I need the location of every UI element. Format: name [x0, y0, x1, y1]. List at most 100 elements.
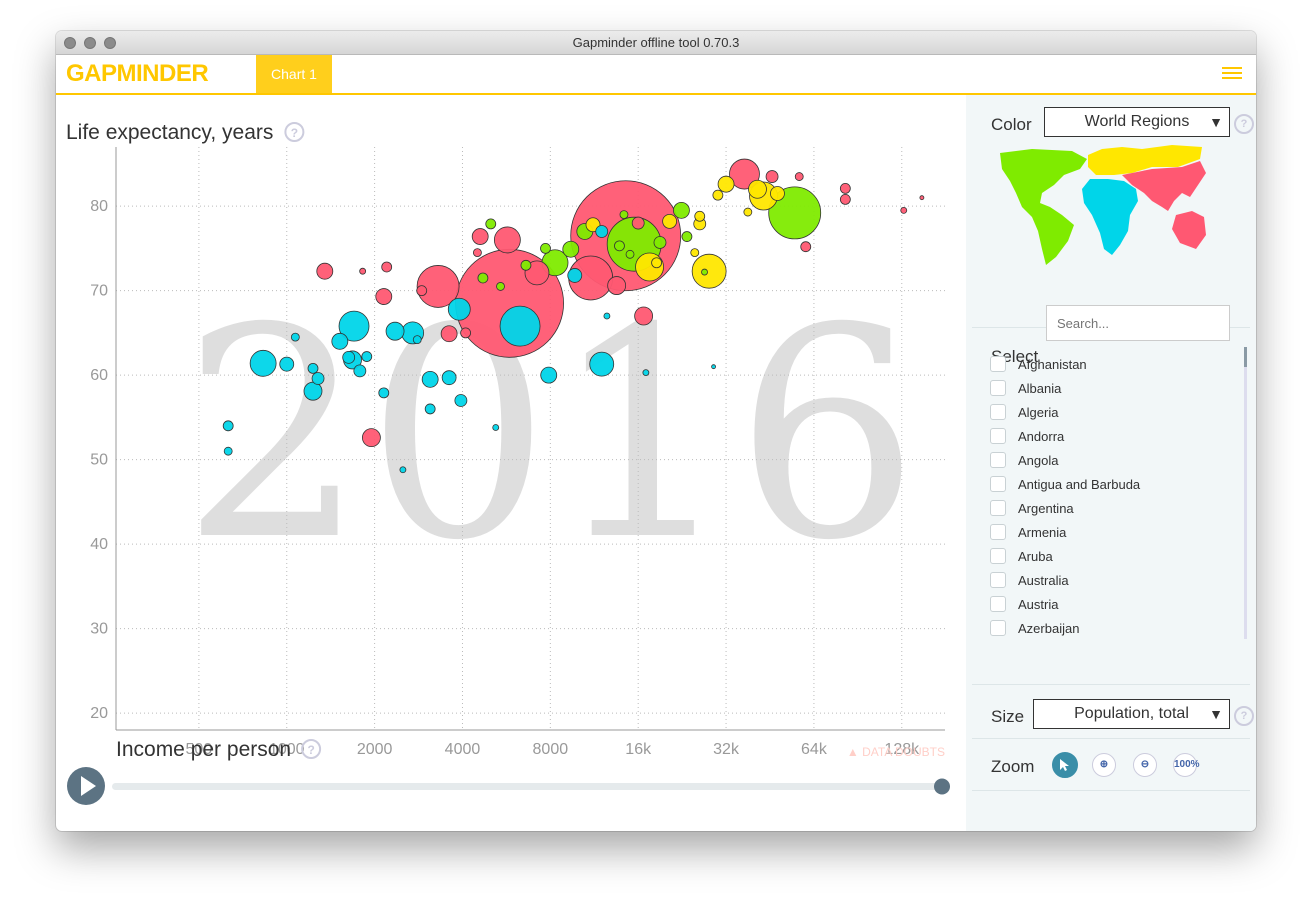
minimize-window-button[interactable] — [84, 37, 96, 49]
bubble-africa[interactable] — [603, 312, 611, 320]
data-doubts-link[interactable]: ▲ DATA DOUBTS — [847, 745, 945, 759]
country-list-item[interactable]: Andorra — [990, 425, 1240, 449]
bubble-asia[interactable] — [919, 195, 925, 201]
pointer-mode-button[interactable] — [1052, 752, 1078, 778]
country-list-item[interactable]: Albania — [990, 377, 1240, 401]
bubble-asia[interactable] — [471, 228, 489, 245]
bubble-americas[interactable] — [485, 218, 497, 230]
size-dropdown[interactable]: Population, total ▼ — [1033, 699, 1230, 729]
world-regions-map[interactable] — [992, 145, 1232, 265]
bubble-americas[interactable] — [496, 282, 505, 291]
bubble-africa[interactable] — [441, 370, 457, 386]
bubble-americas[interactable] — [653, 236, 667, 249]
country-checkbox[interactable] — [990, 596, 1006, 612]
bubble-asia[interactable] — [440, 325, 458, 343]
help-icon[interactable]: ? — [1234, 706, 1254, 726]
country-checkbox[interactable] — [990, 356, 1006, 372]
bubble-africa[interactable] — [249, 349, 277, 377]
bubble-asia[interactable] — [839, 183, 851, 194]
country-checkbox[interactable] — [990, 620, 1006, 636]
bubble-asia[interactable] — [316, 262, 334, 280]
country-list-scrollbar[interactable] — [1244, 347, 1247, 639]
bubble-europe[interactable] — [712, 189, 724, 201]
x-axis-title[interactable]: Income per person — [116, 738, 291, 761]
bubble-africa[interactable] — [447, 297, 471, 321]
country-list-item[interactable]: Afghanistan — [990, 353, 1240, 377]
country-checkbox[interactable] — [990, 380, 1006, 396]
bubble-americas[interactable] — [625, 249, 635, 259]
country-list-item[interactable]: Antigua and Barbuda — [990, 473, 1240, 497]
bubble-asia[interactable] — [381, 261, 393, 273]
bubble-africa[interactable] — [342, 350, 356, 364]
country-list-item[interactable]: Argentina — [990, 497, 1240, 521]
zoom-in-button[interactable]: ⊕ — [1092, 753, 1116, 777]
bubble-europe[interactable] — [651, 257, 663, 269]
bubble-africa[interactable] — [378, 387, 390, 399]
bubble-africa[interactable] — [303, 381, 323, 401]
bubble-americas[interactable] — [673, 201, 690, 219]
bubble-asia[interactable] — [839, 193, 851, 205]
bubble-europe[interactable] — [690, 248, 700, 258]
country-checkbox[interactable] — [990, 404, 1006, 420]
country-list-item[interactable]: Azerbaijan — [990, 617, 1240, 641]
bubble-africa[interactable] — [454, 394, 468, 407]
bubble-africa[interactable] — [589, 351, 615, 377]
bubble-asia[interactable] — [634, 306, 654, 326]
bubble-europe[interactable] — [694, 210, 706, 222]
timeline-handle[interactable] — [934, 778, 950, 795]
bubble-africa[interactable] — [222, 420, 234, 432]
bubble-europe[interactable] — [691, 253, 727, 289]
bubble-asia[interactable] — [362, 428, 381, 448]
bubble-europe[interactable] — [743, 207, 753, 217]
country-list-item[interactable]: Algeria — [990, 401, 1240, 425]
bubble-africa[interactable] — [385, 321, 405, 341]
country-checkbox[interactable] — [990, 500, 1006, 516]
bubble-africa[interactable] — [595, 225, 609, 238]
bubble-africa[interactable] — [307, 362, 319, 374]
zoom-reset-button[interactable]: 100% — [1173, 753, 1200, 777]
country-list-item[interactable]: Aruba — [990, 545, 1240, 569]
bubble-asia[interactable] — [359, 267, 367, 275]
bubble-europe[interactable] — [770, 186, 785, 201]
country-search-input[interactable] — [1046, 305, 1230, 341]
bubble-africa[interactable] — [492, 424, 500, 431]
bubble-asia[interactable] — [800, 241, 812, 253]
bubble-europe[interactable] — [748, 179, 767, 199]
country-checkbox[interactable] — [990, 452, 1006, 468]
bubble-africa[interactable] — [361, 351, 373, 362]
bubble-americas[interactable] — [614, 240, 625, 252]
bubble-africa[interactable] — [311, 372, 325, 385]
bubble-americas[interactable] — [701, 268, 708, 276]
bubble-asia[interactable] — [900, 206, 908, 214]
bubble-americas[interactable] — [520, 259, 532, 271]
bubble-africa[interactable] — [223, 446, 233, 456]
bubble-africa[interactable] — [567, 268, 583, 283]
bubble-americas[interactable] — [562, 240, 580, 258]
bubble-americas[interactable] — [477, 272, 489, 284]
bubble-americas[interactable] — [619, 210, 629, 219]
country-checkbox[interactable] — [990, 524, 1006, 540]
country-checkbox[interactable] — [990, 476, 1006, 492]
bubble-africa[interactable] — [290, 332, 300, 342]
zoom-window-button[interactable] — [104, 37, 116, 49]
bubble-asia[interactable] — [765, 170, 779, 183]
bubble-africa[interactable] — [642, 369, 650, 376]
gapminder-logo[interactable]: GAPMINDER — [66, 60, 209, 88]
bubble-africa[interactable] — [424, 403, 436, 415]
bubble-africa[interactable] — [499, 305, 541, 347]
color-dropdown[interactable]: World Regions ▼ — [1044, 107, 1230, 137]
help-icon[interactable]: ? — [1234, 114, 1254, 134]
close-window-button[interactable] — [64, 37, 76, 49]
bubble-europe[interactable] — [717, 175, 735, 193]
bubble-asia[interactable] — [493, 226, 521, 254]
zoom-out-button[interactable]: ⊖ — [1133, 753, 1157, 777]
bubble-africa[interactable] — [279, 356, 295, 372]
hamburger-menu-icon[interactable] — [1222, 67, 1242, 81]
bubble-africa[interactable] — [711, 364, 716, 370]
bubble-asia[interactable] — [473, 248, 482, 258]
country-checkbox[interactable] — [990, 548, 1006, 564]
bubble-asia[interactable] — [607, 276, 627, 295]
y-axis-title[interactable]: Life expectancy, years — [66, 121, 273, 144]
bubble-americas[interactable] — [540, 242, 551, 254]
bubble-europe[interactable] — [662, 213, 678, 229]
